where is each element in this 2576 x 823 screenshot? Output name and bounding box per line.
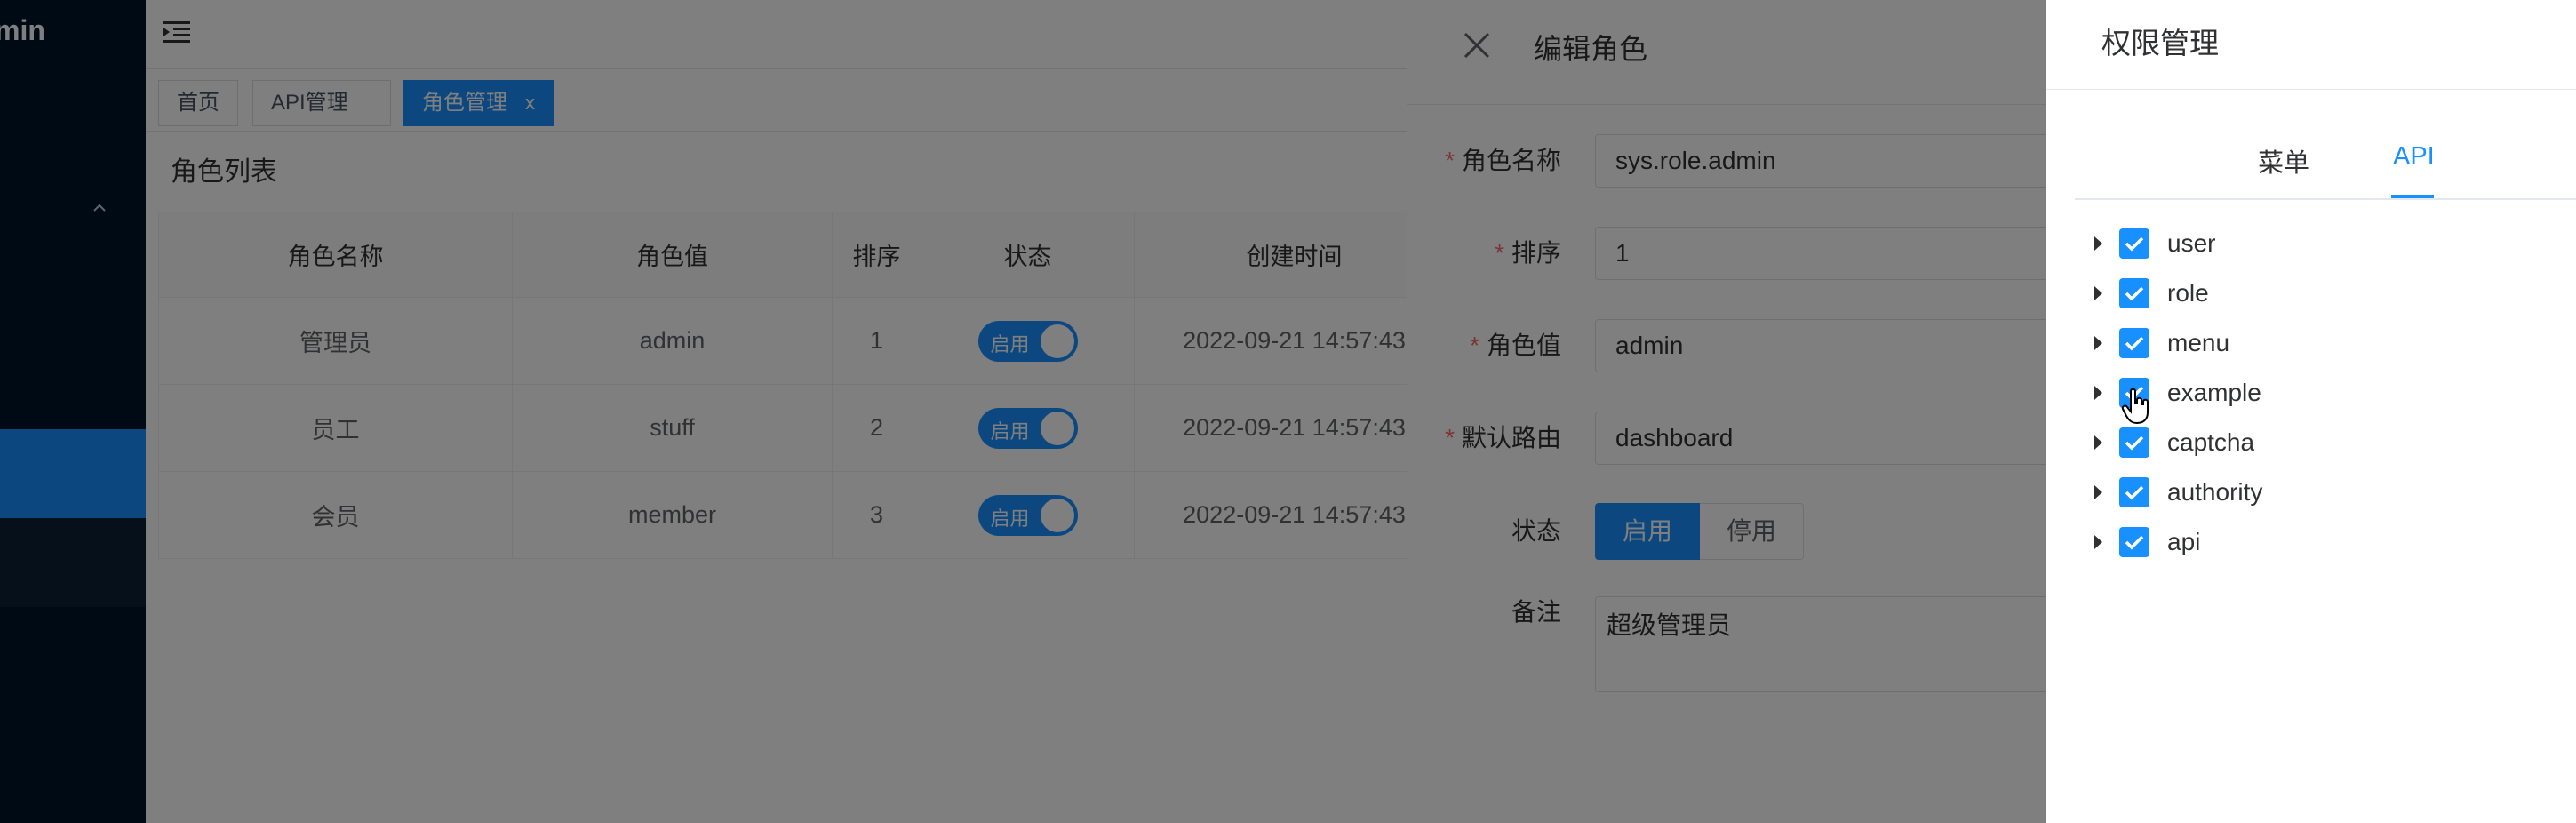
tree-node-label: example	[2167, 379, 2261, 406]
checkbox-checked-icon[interactable]	[2119, 477, 2149, 507]
expand-caret-icon[interactable]	[2094, 236, 2102, 251]
permission-tabs: 菜单 API	[2075, 133, 2576, 200]
tree-node-user[interactable]: user	[2086, 226, 2352, 261]
expand-caret-icon[interactable]	[2094, 336, 2102, 350]
nested-drawer-mask[interactable]	[1407, 0, 2046, 823]
drawer-title: 权限管理	[2101, 27, 2219, 60]
checkbox-checked-icon[interactable]	[2119, 228, 2149, 259]
tree-node-label: authority	[2167, 478, 2263, 506]
expand-caret-icon[interactable]	[2094, 535, 2102, 549]
tree-node-label: user	[2167, 229, 2216, 257]
tree-node-authority[interactable]: authority	[2086, 475, 2352, 510]
tree-node-menu[interactable]: menu	[2086, 325, 2352, 361]
tree-node-label: role	[2167, 279, 2209, 307]
hand-pointer-icon	[2121, 388, 2149, 425]
tree-node-role[interactable]: role	[2086, 276, 2352, 311]
edit-role-drawer: 编辑角色 *角色名称 sys.role.admin *排序 1 *角色值 adm…	[1407, 0, 2093, 823]
tree-node-api[interactable]: api	[2086, 524, 2352, 560]
tree-node-label: captcha	[2167, 428, 2255, 456]
divider	[2046, 89, 2576, 90]
expand-caret-icon[interactable]	[2094, 386, 2102, 400]
tree-node-captcha[interactable]: captcha	[2086, 425, 2352, 460]
checkbox-checked-icon[interactable]	[2119, 527, 2149, 557]
expand-caret-icon[interactable]	[2094, 485, 2102, 499]
tree-node-label: api	[2167, 528, 2201, 555]
tab-api[interactable]: API	[2393, 142, 2435, 172]
expand-caret-icon[interactable]	[2094, 286, 2102, 300]
expand-caret-icon[interactable]	[2094, 435, 2102, 450]
tab-menu[interactable]: 菜单	[2258, 142, 2309, 180]
tree-node-label: menu	[2167, 329, 2230, 356]
checkbox-checked-icon[interactable]	[2119, 278, 2149, 308]
active-tab-indicator	[2391, 195, 2434, 198]
checkbox-checked-icon[interactable]	[2119, 328, 2149, 358]
checkbox-checked-icon[interactable]	[2119, 427, 2149, 458]
